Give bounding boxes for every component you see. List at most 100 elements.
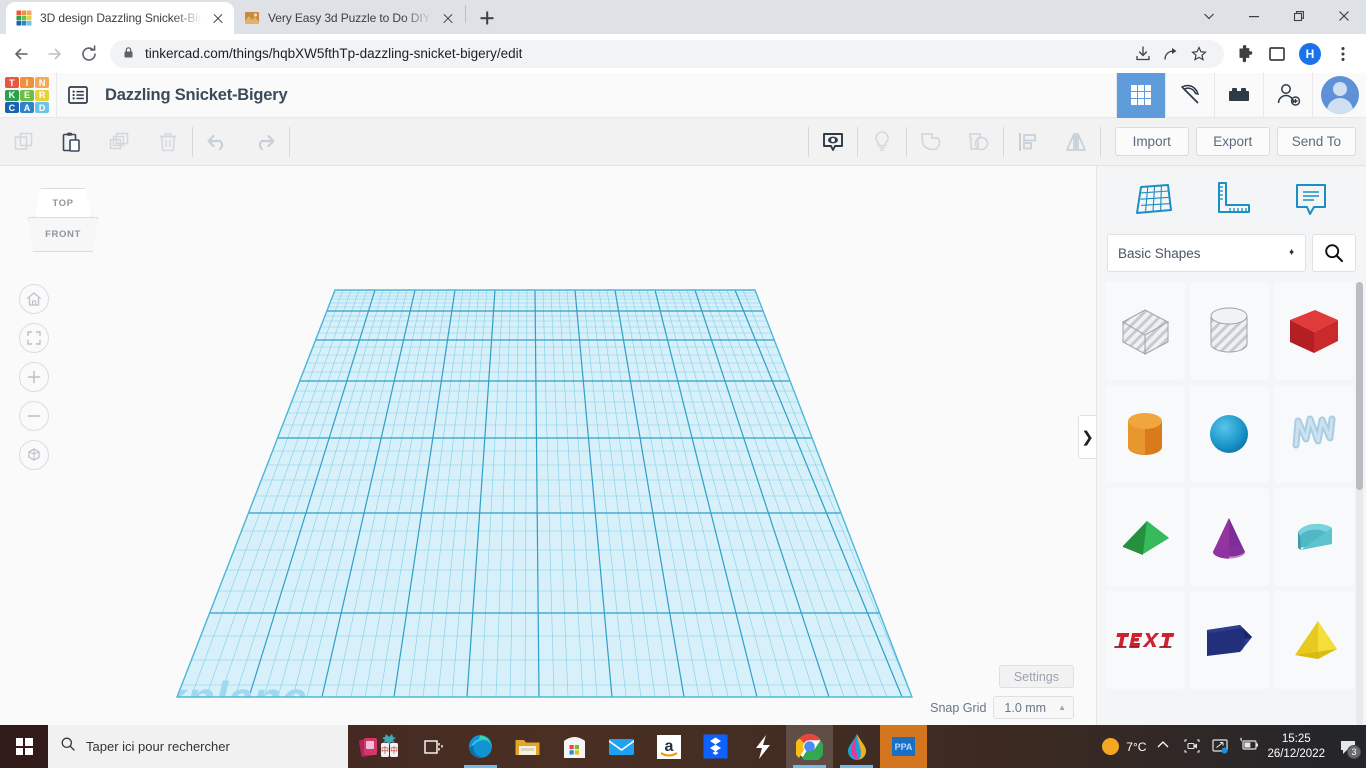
zoom-out-icon[interactable] — [19, 401, 49, 431]
lightning-app-icon[interactable] — [739, 725, 786, 768]
camera-icon[interactable] — [1183, 737, 1202, 756]
browser-tab-tinkercad[interactable]: 3D design Dazzling Snicket-Bigery — [6, 2, 234, 34]
extensions-puzzle-icon[interactable] — [1230, 39, 1260, 69]
download-icon[interactable] — [1130, 41, 1156, 67]
taskbar-search-input[interactable]: Taper ici pour rechercher — [48, 725, 348, 768]
forward-arrow-icon[interactable] — [38, 37, 72, 71]
microsoft-store-icon[interactable] — [551, 725, 598, 768]
undo-icon[interactable] — [193, 118, 241, 166]
svg-text:PPA: PPA — [895, 742, 913, 752]
align-icon[interactable] — [1004, 118, 1052, 166]
view-cube[interactable]: TOP FRONT — [28, 188, 98, 258]
shape-box-red[interactable] — [1274, 282, 1354, 380]
close-button[interactable] — [1321, 0, 1366, 32]
shape-roof-teal[interactable] — [1274, 488, 1354, 586]
battery-icon[interactable] — [1239, 737, 1258, 756]
paint-drop-app-icon[interactable] — [833, 725, 880, 768]
shape-cylinder-hole[interactable] — [1190, 282, 1270, 380]
ruler-icon[interactable] — [1207, 175, 1257, 225]
redo-icon[interactable] — [241, 118, 289, 166]
add-person-icon[interactable] — [1263, 73, 1312, 118]
tab-close-icon[interactable] — [210, 10, 226, 26]
shape-text-red[interactable] — [1105, 591, 1185, 689]
list-menu-icon[interactable] — [57, 73, 99, 118]
workplane-grid-icon[interactable] — [1128, 175, 1178, 225]
mail-icon[interactable] — [598, 725, 645, 768]
chevron-up-icon[interactable] — [1155, 737, 1174, 756]
tab-search-chevron-icon[interactable] — [1186, 0, 1231, 32]
chrome-icon[interactable] — [786, 725, 833, 768]
shapes-scroll-area[interactable] — [1097, 282, 1366, 725]
edge-icon[interactable] — [457, 725, 504, 768]
dropbox-icon[interactable] — [692, 725, 739, 768]
view-cube-front[interactable]: FRONT — [28, 217, 98, 252]
note-icon[interactable] — [1286, 175, 1336, 225]
shape-polygon-navy[interactable] — [1190, 591, 1270, 689]
task-view-icon[interactable] — [410, 725, 457, 768]
zoom-in-icon[interactable] — [19, 362, 49, 392]
address-bar[interactable]: tinkercad.com/things/hqbXW5fthTp-dazzlin… — [110, 40, 1224, 68]
shape-box-hole[interactable] — [1105, 282, 1185, 380]
blocks-grid-icon[interactable] — [1116, 73, 1165, 118]
group-icon[interactable] — [907, 118, 955, 166]
ortho-perspective-icon[interactable] — [19, 440, 49, 470]
windows-start-icon[interactable] — [0, 725, 48, 768]
mirror-icon[interactable] — [1052, 118, 1100, 166]
pickaxe-icon[interactable] — [1165, 73, 1214, 118]
mahjong-app-icon[interactable]: 中 中 — [348, 725, 410, 768]
browser-tab-puzzle[interactable]: Very Easy 3d Puzzle to Do DIY Bu — [234, 2, 464, 34]
shape-cone-purple[interactable] — [1190, 488, 1270, 586]
weather-widget[interactable]: 7°C — [1102, 738, 1146, 755]
import-button[interactable]: Import — [1115, 127, 1189, 156]
settings-button[interactable]: Settings — [999, 665, 1074, 688]
logo-tile: R — [35, 90, 49, 101]
show-hide-icon[interactable] — [809, 118, 857, 166]
shape-category-select[interactable]: Basic Shapes ▲▼ — [1107, 234, 1306, 272]
copy-icon[interactable] — [0, 118, 48, 166]
file-explorer-icon[interactable] — [504, 725, 551, 768]
fit-all-icon[interactable] — [19, 323, 49, 353]
shape-wedge-green[interactable] — [1105, 488, 1185, 586]
paste-icon[interactable] — [48, 118, 96, 166]
side-panel-icon[interactable] — [1262, 39, 1292, 69]
panel-collapse-chevron-icon[interactable]: ❯ — [1078, 415, 1096, 459]
clock[interactable]: 15:25 26/12/2022 — [1267, 732, 1325, 762]
omnibox-actions — [1130, 41, 1212, 67]
notification-center-button[interactable]: 3 — [1334, 725, 1362, 768]
back-arrow-icon[interactable] — [4, 37, 38, 71]
light-bulb-note-icon[interactable] — [858, 118, 906, 166]
minimize-button[interactable] — [1231, 0, 1276, 32]
snap-grid-select[interactable]: 1.0 mm ▲ — [993, 696, 1074, 719]
duplicate-icon[interactable] — [96, 118, 144, 166]
user-avatar[interactable] — [1312, 73, 1366, 118]
orange-app-icon[interactable]: PPA — [880, 725, 927, 768]
send-to-button[interactable]: Send To — [1277, 127, 1356, 156]
profile-avatar[interactable]: H — [1299, 43, 1321, 65]
delete-icon[interactable] — [144, 118, 192, 166]
panel-scrollbar-track[interactable] — [1356, 282, 1363, 725]
shape-sphere-blue[interactable] — [1190, 385, 1270, 483]
shape-cylinder-orange[interactable] — [1105, 385, 1185, 483]
reload-icon[interactable] — [72, 37, 106, 71]
new-tab-button[interactable] — [473, 4, 501, 32]
home-view-icon[interactable] — [19, 284, 49, 314]
shape-pyramid-yellow[interactable] — [1274, 591, 1354, 689]
lego-brick-icon[interactable] — [1214, 73, 1263, 118]
export-button[interactable]: Export — [1196, 127, 1270, 156]
panel-scrollbar-thumb[interactable] — [1356, 282, 1363, 490]
maximize-button[interactable] — [1276, 0, 1321, 32]
screen-share-icon[interactable] — [1211, 737, 1230, 756]
tinkercad-logo[interactable]: T I N K E R C A D — [4, 76, 50, 114]
shape-scribble-lightblue[interactable] — [1274, 385, 1354, 483]
tab-close-icon[interactable] — [440, 10, 456, 26]
bookmark-star-icon[interactable] — [1186, 41, 1212, 67]
view-cube-top[interactable]: TOP — [34, 188, 92, 218]
three-dot-menu-icon[interactable] — [1328, 39, 1358, 69]
3d-canvas[interactable]: Workplane TOP FRONT — [0, 166, 1096, 725]
snap-grid-row: Snap Grid 1.0 mm ▲ — [930, 696, 1074, 719]
shapes-grid — [1097, 282, 1366, 689]
search-shapes-button[interactable] — [1312, 234, 1356, 272]
share-icon[interactable] — [1158, 41, 1184, 67]
ungroup-icon[interactable] — [955, 118, 1003, 166]
amazon-icon[interactable]: a — [645, 725, 692, 768]
